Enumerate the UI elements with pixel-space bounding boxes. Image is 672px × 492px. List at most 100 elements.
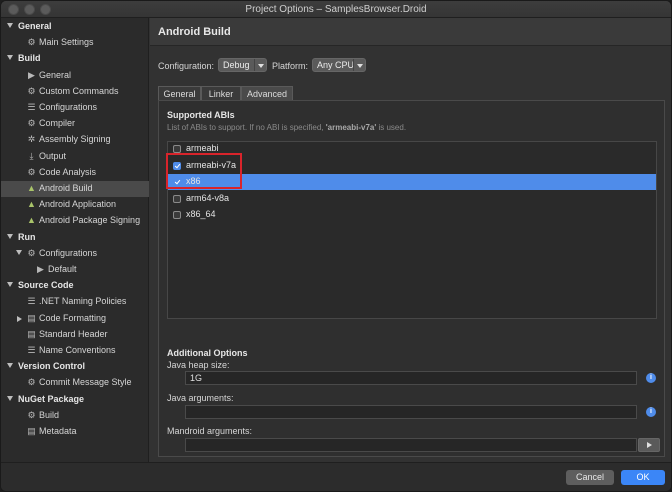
sidebar-item-custom-commands[interactable]: ⚙ Custom Commands — [1, 84, 149, 100]
sidebar-item-compiler[interactable]: ⚙ Compiler — [1, 116, 149, 132]
abi-checkbox[interactable] — [173, 145, 181, 153]
page-title: Android Build — [158, 26, 231, 38]
sidebar-item-label: Standard Header — [39, 328, 108, 339]
additional-options-heading: Additional Options — [167, 348, 248, 358]
sidebar-item-label: Metadata — [39, 426, 77, 436]
sidebar-item-main-settings[interactable]: ⚙ Main Settings — [1, 35, 149, 51]
platform-value: Any CPU — [317, 60, 355, 70]
dialog-footer: Cancel OK — [1, 462, 671, 491]
sidebar-item-output[interactable]: ⤓ Output — [1, 149, 149, 165]
hint-default-abi: 'armeabi-v7a' — [325, 123, 377, 132]
main-panel: Android Build Configuration: Debug Platf… — [150, 18, 671, 462]
platform-label: Platform: — [272, 61, 309, 71]
project-options-window: Project Options – SamplesBrowser.Droid G… — [0, 0, 672, 492]
chevron-down-icon[interactable] — [7, 395, 13, 401]
sidebar-item-general[interactable]: ▶ General — [1, 68, 149, 84]
chevron-down-icon[interactable] — [7, 233, 13, 239]
sidebar-item-metadata[interactable]: ▤ Metadata — [1, 424, 149, 440]
chevron-down-icon[interactable] — [7, 282, 13, 288]
ok-button[interactable]: OK — [621, 470, 665, 485]
sidebar-item-label: Name Conventions — [39, 345, 116, 355]
tab-label: General — [163, 89, 196, 99]
mandroid-arguments-menu-button[interactable] — [638, 438, 660, 452]
sidebar-item-android-build[interactable]: ▲ Android Build — [1, 181, 149, 197]
abi-checkbox[interactable] — [173, 211, 181, 219]
chevron-down-icon[interactable] — [16, 249, 22, 255]
mandroid-arguments-input[interactable] — [185, 438, 637, 452]
android-icon: ▲ — [27, 215, 36, 226]
document-icon: ▤ — [27, 426, 36, 436]
info-icon[interactable]: i — [646, 407, 656, 417]
tab-linker[interactable]: Linker — [201, 86, 241, 100]
tab-label: Linker — [208, 89, 234, 99]
window-title: Project Options – SamplesBrowser.Droid — [245, 4, 427, 15]
tab-advanced[interactable]: Advanced — [241, 86, 293, 100]
sidebar-item-net-naming-policies[interactable]: ☰ .NET Naming Policies — [1, 294, 149, 310]
tab-general[interactable]: General — [158, 86, 201, 100]
sidebar-item-label: Code Analysis — [39, 166, 97, 177]
abi-checkbox[interactable] — [173, 194, 181, 203]
sidebar-item-label: Build — [39, 409, 60, 420]
sidebar-item-build[interactable]: Build — [1, 51, 149, 67]
gear-icon: ⚙ — [27, 247, 36, 258]
sidebar-item-configurations[interactable]: ⚙ Configurations — [1, 246, 149, 262]
sidebar-item-nuget-package[interactable]: NuGet Package — [1, 392, 149, 408]
hint-text-end: is used. — [376, 123, 407, 132]
abi-label: arm64-v8a — [186, 192, 230, 203]
sidebar-item-assembly-signing[interactable]: ✲ Assembly Signing — [1, 132, 149, 148]
sidebar-item-configurations[interactable]: ☰ Configurations — [1, 100, 149, 116]
highlight-box — [166, 153, 242, 189]
chevron-down-icon[interactable] — [7, 23, 13, 28]
sidebar-item-build[interactable]: ⚙ Build — [1, 408, 149, 424]
sidebar-item-source-code[interactable]: Source Code — [1, 278, 149, 294]
sidebar-item-label: Main Settings — [39, 37, 94, 48]
sidebar-section-label: Run — [18, 231, 36, 242]
gear-icon: ⚙ — [27, 37, 36, 48]
sidebar-item-standard-header[interactable]: ▤ Standard Header — [1, 327, 149, 343]
list-icon: ☰ — [27, 345, 36, 355]
list-icon: ☰ — [27, 296, 36, 307]
platform-dropdown[interactable]: Any CPU — [312, 58, 366, 72]
gear-icon: ⚙ — [27, 166, 36, 177]
chevron-right-icon[interactable] — [17, 315, 22, 322]
sidebar-item-label: Configurations — [39, 247, 98, 258]
abi-row-arm64-v8a[interactable]: arm64-v8a — [168, 191, 656, 207]
play-icon: ▶ — [37, 264, 44, 274]
play-icon — [647, 442, 652, 448]
abi-row-x86-64[interactable]: x86_64 — [168, 207, 656, 223]
abi-label: x86_64 — [186, 209, 216, 219]
sidebar-item-commit-message-style[interactable]: ⚙ Commit Message Style — [1, 375, 149, 391]
java-arguments-label: Java arguments: — [167, 393, 234, 403]
java-heap-size-value: 1G — [190, 373, 203, 383]
sidebar-item-label: Configurations — [39, 102, 98, 112]
supported-abis-hint: List of ABIs to support. If no ABI is sp… — [167, 123, 406, 132]
chevron-down-icon[interactable] — [7, 55, 13, 61]
title-bar: Project Options – SamplesBrowser.Droid — [1, 1, 671, 18]
sidebar-item-code-formatting[interactable]: ▤ Code Formatting — [1, 311, 149, 327]
sidebar-item-general[interactable]: General — [1, 19, 149, 35]
sidebar-item-run[interactable]: Run — [1, 230, 149, 246]
sidebar-item-label: Android Package Signing — [39, 215, 141, 226]
options-sidebar: General ⚙ Main Settings Build ▶ General ⚙ Custo… — [1, 18, 149, 462]
chevron-down-icon[interactable] — [7, 363, 13, 369]
sidebar-item-label: Custom Commands — [39, 85, 119, 96]
sidebar-item-label: Assembly Signing — [39, 134, 111, 145]
cancel-button[interactable]: Cancel — [566, 470, 614, 485]
sidebar-item-android-package-signing[interactable]: ▲ Android Package Signing — [1, 213, 149, 229]
sidebar-item-android-application[interactable]: ▲ Android Application — [1, 197, 149, 213]
java-arguments-input[interactable] — [185, 405, 637, 419]
gear-icon: ⚙ — [27, 409, 36, 420]
document-icon: ▤ — [27, 328, 36, 339]
chevron-down-icon — [353, 59, 365, 71]
sidebar-item-code-analysis[interactable]: ⚙ Code Analysis — [1, 165, 149, 181]
java-heap-size-label: Java heap size: — [167, 360, 230, 370]
sidebar-item-default[interactable]: ▶ Default — [1, 262, 149, 278]
java-heap-size-input[interactable]: 1G — [185, 371, 637, 385]
sidebar-item-name-conventions[interactable]: ☰ Name Conventions — [1, 343, 149, 359]
info-icon[interactable]: i — [646, 373, 656, 383]
sidebar-item-version-control[interactable]: Version Control — [1, 359, 149, 375]
abi-label: armeabi — [186, 143, 219, 153]
configuration-dropdown[interactable]: Debug — [218, 58, 267, 72]
gear-icon: ⚙ — [27, 85, 36, 96]
android-icon: ▲ — [27, 183, 36, 193]
